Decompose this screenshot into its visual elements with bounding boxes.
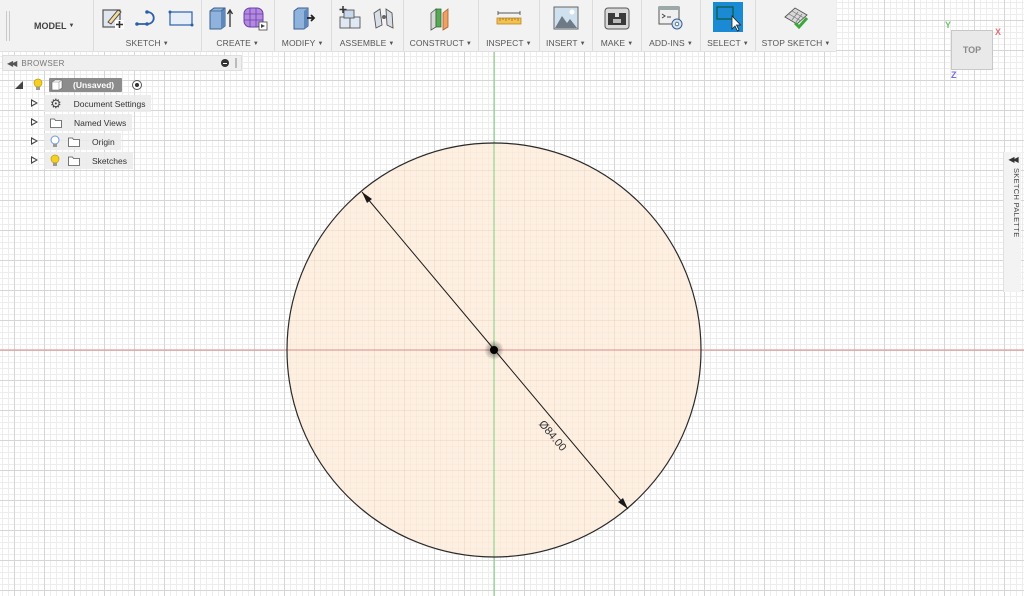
viewcube-axis-y: Y (945, 20, 952, 30)
toolbar-group-create[interactable]: CREATE ▼ (202, 0, 275, 51)
press-pull-icon[interactable] (290, 5, 316, 31)
chevron-down-icon: ▼ (824, 41, 831, 47)
select-icon[interactable] (712, 1, 743, 32)
toolbar-group-inspect[interactable]: INSPECT ▼ (479, 0, 540, 51)
expand-triangle-icon[interactable] (31, 99, 38, 108)
new-component-icon[interactable] (337, 5, 363, 31)
joint-icon[interactable] (371, 5, 397, 31)
workspace-label: MODEL (34, 20, 67, 31)
component-icon (51, 79, 63, 90)
inspect-menu-label: INSPECT (486, 38, 524, 48)
center-point[interactable] (490, 346, 498, 354)
make-menu-label: MAKE (600, 38, 626, 48)
rectangle-icon[interactable] (168, 5, 194, 31)
offset-plane-icon[interactable] (428, 5, 454, 31)
toolbar-group-select[interactable]: SELECT ▼ (701, 0, 756, 51)
viewcube-axis-z: Z (951, 70, 957, 80)
chevron-down-icon: ▼ (162, 41, 169, 47)
form-icon[interactable] (242, 5, 268, 31)
3d-print-icon[interactable] (604, 5, 630, 31)
browser-root-row[interactable]: (Unsaved) (2, 75, 242, 94)
extrude-icon[interactable] (208, 5, 234, 31)
chevron-down-icon: ▼ (252, 41, 259, 47)
chevron-down-icon: ▼ (465, 41, 472, 47)
lightbulb-icon[interactable] (50, 154, 60, 167)
sketch-menu-label: SKETCH (125, 38, 161, 48)
panel-resize-handle[interactable] (235, 58, 237, 68)
browser-item-label: Sketches (92, 155, 127, 166)
assemble-menu-label: ASSEMBLE (339, 38, 387, 48)
browser-title: BROWSER (21, 58, 65, 68)
toolbar-grip[interactable] (0, 0, 16, 51)
chevron-down-icon: ▼ (579, 41, 586, 47)
toolbar: MODEL ▼ SKETCH ▼ CREATE ▼ MODIFY ▼ ASSEM… (0, 0, 836, 52)
browser-panel: ◀◀ BROWSER (Unsaved) ⚙ Document Settings… (2, 55, 242, 170)
viewcube[interactable]: TOP Y X Z (945, 20, 1001, 80)
expand-palette-icon[interactable]: ◀◀ (1004, 155, 1021, 164)
stop-sketch-label: STOP SKETCH (761, 38, 823, 48)
gear-icon: ⚙ (50, 96, 62, 111)
chevron-down-icon: ▼ (317, 41, 324, 47)
create-menu-label: CREATE (216, 38, 251, 48)
toolbar-group-sketch[interactable]: SKETCH ▼ (94, 0, 202, 51)
browser-item-document-settings[interactable]: ⚙ Document Settings (2, 94, 242, 113)
browser-item-sketches[interactable]: Sketches (2, 151, 242, 170)
collapse-panel-icon[interactable]: ◀◀ (7, 59, 17, 68)
toolbar-group-make[interactable]: MAKE ▼ (593, 0, 643, 51)
spline-icon[interactable] (134, 5, 160, 31)
sketch-palette-label: SKETCH PALETTE (1012, 168, 1021, 238)
lightbulb-icon[interactable] (33, 78, 43, 91)
browser-item-label: Document Settings (73, 98, 146, 109)
workspace-switcher[interactable]: MODEL ▼ (16, 0, 94, 51)
browser-item-named-views[interactable]: Named Views (2, 113, 242, 132)
browser-header: ◀◀ BROWSER (2, 55, 242, 71)
viewcube-axis-x: X (995, 27, 1002, 37)
scripts-addins-icon[interactable] (658, 5, 684, 31)
expand-triangle-icon[interactable] (31, 137, 38, 146)
measure-icon[interactable] (496, 5, 522, 31)
chevron-down-icon: ▼ (627, 41, 634, 47)
toolbar-group-modify[interactable]: MODIFY ▼ (275, 0, 332, 51)
folder-icon (68, 137, 80, 147)
toolbar-group-assemble[interactable]: ASSEMBLE ▼ (332, 0, 404, 51)
insert-image-icon[interactable] (553, 5, 579, 31)
toolbar-group-addins[interactable]: ADD-INS ▼ (642, 0, 701, 51)
browser-item-label: Named Views (74, 117, 127, 128)
folder-icon (50, 118, 62, 128)
expand-triangle-icon[interactable] (31, 156, 38, 165)
chevron-down-icon: ▼ (388, 41, 395, 47)
expand-triangle-icon[interactable] (15, 80, 23, 89)
viewcube-face-label: TOP (962, 45, 982, 55)
chevron-down-icon: ▼ (742, 41, 749, 47)
minimize-panel-icon[interactable] (221, 59, 229, 67)
expand-triangle-icon[interactable] (31, 118, 38, 127)
toolbar-group-stop-sketch[interactable]: STOP SKETCH ▼ (756, 0, 836, 51)
lightbulb-icon[interactable] (50, 135, 60, 148)
activate-radio[interactable] (132, 79, 143, 90)
browser-item-label: Origin (92, 136, 115, 147)
create-sketch-icon[interactable] (100, 5, 126, 31)
select-menu-label: SELECT (707, 38, 741, 48)
toolbar-group-construct[interactable]: CONSTRUCT ▼ (404, 0, 479, 51)
construct-menu-label: CONSTRUCT (409, 38, 464, 48)
chevron-down-icon: ▼ (68, 22, 75, 29)
stop-sketch-icon[interactable] (783, 5, 809, 31)
root-component-pill[interactable]: (Unsaved) (49, 77, 123, 92)
modify-menu-label: MODIFY (281, 38, 316, 48)
chevron-down-icon: ▼ (525, 41, 532, 47)
browser-item-origin[interactable]: Origin (2, 132, 242, 151)
root-component-label: (Unsaved) (73, 79, 115, 90)
insert-menu-label: INSERT (546, 38, 578, 48)
chevron-down-icon: ▼ (686, 41, 693, 47)
toolbar-group-insert[interactable]: INSERT ▼ (540, 0, 593, 51)
sketch-palette-collapsed[interactable]: ◀◀ SKETCH PALETTE (1003, 152, 1021, 292)
folder-icon (68, 156, 80, 166)
addins-menu-label: ADD-INS (649, 38, 685, 48)
viewcube-top-face[interactable]: TOP (951, 30, 993, 70)
